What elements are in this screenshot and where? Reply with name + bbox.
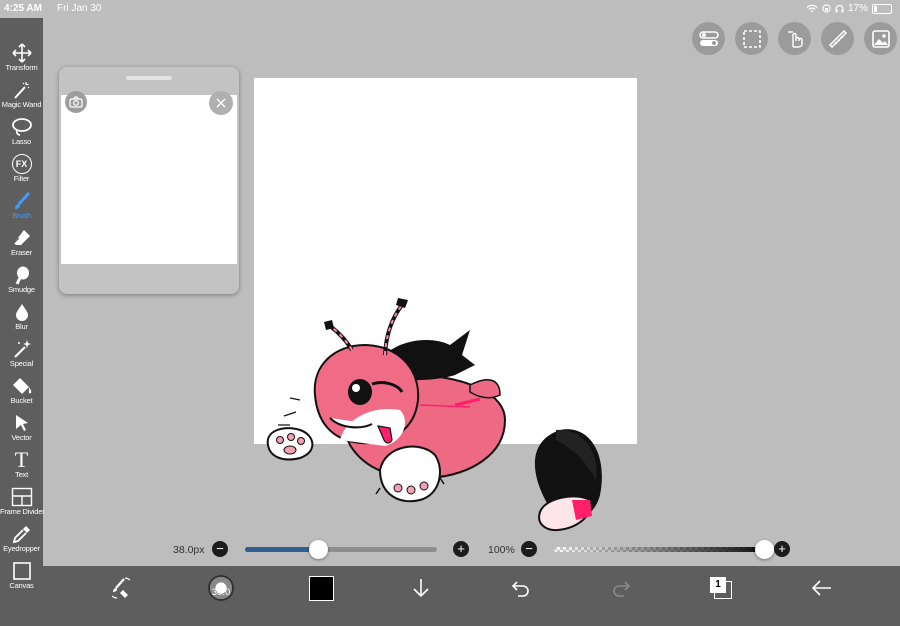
opacity-thumb[interactable] — [755, 540, 774, 559]
redo-icon — [613, 581, 631, 597]
opacity-increase-button[interactable]: + — [774, 541, 790, 557]
brush-eraser-swap-icon — [111, 577, 131, 599]
undo-button[interactable] — [503, 566, 539, 610]
download-button[interactable] — [403, 566, 439, 610]
brush-opacity-value: 100% — [488, 544, 515, 556]
color-swatch-button[interactable] — [303, 566, 339, 610]
brush-eraser-swap-button[interactable] — [103, 566, 139, 610]
brush-size-increase-button[interactable]: + — [453, 541, 469, 557]
brush-size-track[interactable] — [245, 547, 437, 552]
brush-preview-button[interactable]: 38.0 — [203, 566, 239, 610]
color-swatch — [308, 575, 334, 601]
brush-size-decrease-button[interactable]: − — [212, 541, 228, 557]
brush-size-fill — [245, 547, 318, 552]
arrow-left-icon — [811, 580, 831, 596]
cat-drawing — [266, 298, 602, 532]
brush-size-value: 38.0px — [173, 544, 205, 556]
brush-preview-icon: 38.0 — [208, 575, 234, 601]
brush-size-badge: 38.0 — [211, 587, 231, 598]
layer-count: 1 — [710, 577, 726, 593]
layers-icon: 1 — [710, 577, 732, 599]
arrow-down-icon — [413, 579, 429, 598]
back-button[interactable] — [803, 566, 839, 610]
layers-button[interactable]: 1 — [703, 566, 739, 610]
redo-button[interactable] — [603, 566, 639, 610]
opacity-decrease-button[interactable]: − — [521, 541, 537, 557]
opacity-track[interactable] — [554, 547, 761, 552]
brush-size-thumb[interactable] — [308, 540, 328, 559]
bottom-toolbar: 38.0 1 — [43, 566, 900, 626]
undo-icon — [511, 581, 529, 597]
